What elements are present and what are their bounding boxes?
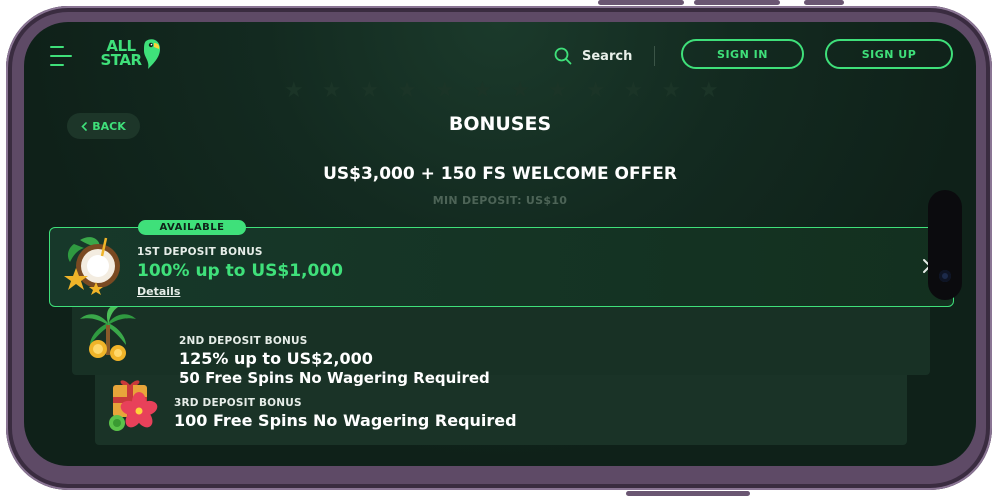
logo-text: ALL STAR [96,39,146,69]
parrot-icon [144,39,160,69]
min-deposit-text: MIN DEPOSIT: US$10 [432,194,568,207]
logo[interactable]: ALL STAR [96,37,160,73]
bonus-3-headline: 100 Free Spins No Wagering Required [174,411,517,430]
palm-coins-icon [80,305,136,361]
offer-title: US$3,000 + 150 FS WELCOME OFFER [323,164,677,184]
bonus-1-label: 1ST DEPOSIT BONUS [137,246,263,258]
camera-notch [928,190,962,300]
bonus-2-subline: 50 Free Spins No Wagering Required [179,369,490,387]
bonus-card-2[interactable]: 2ND DEPOSIT BONUS 125% up to US$2,000 50… [72,305,930,387]
phone-button-top-1 [598,0,684,5]
phone-button-top-3 [804,0,844,5]
header-divider [654,46,655,66]
decorative-stars: ★★★★★★★★★★★★★★ [284,78,724,103]
search-label: Search [582,48,633,64]
bonus-1-details-link[interactable]: Details [137,285,180,298]
phone-button-top-2 [694,0,780,5]
coconut-star-icon [64,237,120,295]
available-badge: AVAILABLE [138,220,246,235]
bonus-2-label: 2ND DEPOSIT BONUS [179,335,308,347]
bonus-1-headline: 100% up to US$1,000 [137,261,344,281]
bonus-3-label: 3RD DEPOSIT BONUS [174,397,302,409]
logo-line-2: STAR [100,51,142,69]
hibiscus-gift-icon [109,380,158,431]
page-title: BONUSES [448,113,552,135]
sign-in-button[interactable]: SIGN IN [681,39,804,69]
bonus-card-1[interactable]: 1ST DEPOSIT BONUS 100% up to US$1,000 De… [49,227,954,307]
search-button[interactable]: Search [554,44,632,68]
search-icon [554,47,572,65]
app-screen: ALL STAR Search SIGN IN SIGN UP ★★★★★★★★… [24,22,976,466]
bonus-2-headline: 125% up to US$2,000 [179,349,373,368]
phone-button-bottom [626,491,750,496]
camera-icon [939,270,951,282]
sign-up-button[interactable]: SIGN UP [825,39,953,69]
menu-icon[interactable] [50,46,72,66]
